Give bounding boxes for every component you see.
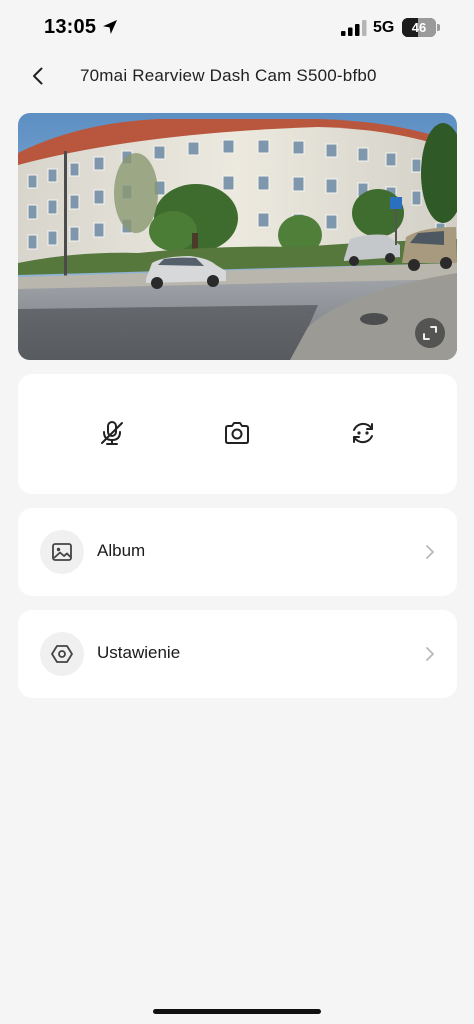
switch-camera-button[interactable] [348, 418, 378, 448]
chevron-right-icon [426, 545, 434, 559]
fullscreen-button[interactable] [415, 318, 445, 348]
battery-nub [437, 24, 440, 31]
chevron-right-icon [426, 647, 434, 661]
settings-label: Ustawienie [97, 643, 181, 662]
nav-header: 70mai Rearview Dash Cam S500-bfb0 [0, 56, 474, 96]
camera-feed-image [18, 113, 457, 360]
settings-icon-circle [40, 632, 84, 676]
switch-camera-icon [353, 422, 373, 444]
album-item[interactable]: Album [18, 508, 457, 596]
status-time: 13:05 [44, 16, 97, 38]
location-arrow-icon [103, 20, 117, 34]
snapshot-button[interactable] [222, 418, 252, 448]
settings-hexagon-icon [51, 645, 73, 663]
settings-item[interactable]: Ustawienie [18, 610, 457, 698]
status-bar: 13:05 5G 46 [0, 0, 474, 56]
controls-card [18, 374, 457, 494]
cellular-signal-icon [341, 20, 367, 36]
battery-indicator: 46 [402, 18, 436, 37]
mute-mic-button[interactable] [97, 418, 127, 448]
home-indicator[interactable] [153, 1009, 321, 1014]
mic-muted-icon [101, 421, 123, 445]
camera-icon [225, 422, 249, 444]
chevron-left-icon[interactable] [26, 64, 50, 88]
battery-level: 46 [411, 20, 427, 35]
album-label: Album [97, 541, 146, 560]
image-icon [52, 543, 72, 561]
page-title: 70mai Rearview Dash Cam S500-bfb0 [80, 66, 377, 85]
album-icon-circle [40, 530, 84, 574]
screen: 13:05 5G 46 70mai Rearview Dash Cam S500… [0, 0, 474, 1024]
camera-preview[interactable] [18, 113, 457, 360]
network-type: 5G [373, 19, 395, 36]
expand-icon [423, 326, 437, 340]
